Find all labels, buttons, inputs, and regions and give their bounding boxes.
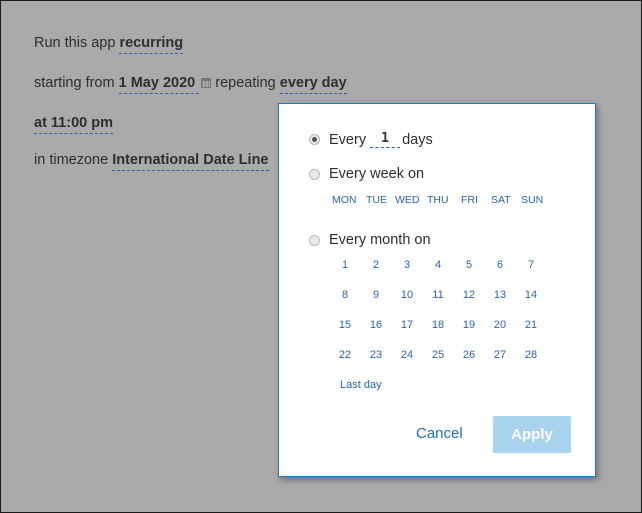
month-day-26[interactable]: 26 xyxy=(457,349,481,361)
weekday-thu[interactable]: THU xyxy=(427,194,449,206)
apply-button[interactable]: Apply xyxy=(493,416,571,453)
cancel-button[interactable]: Cancel xyxy=(416,425,463,442)
timezone-line: in timezone International Date Line xyxy=(34,152,269,171)
month-day-7[interactable]: 7 xyxy=(519,259,543,271)
timezone-label: in timezone xyxy=(34,152,109,168)
weekday-sun[interactable]: SUN xyxy=(521,194,543,206)
month-day-15[interactable]: 15 xyxy=(333,319,357,331)
radio-every-month[interactable] xyxy=(309,234,320,246)
weekday-mon[interactable]: MON xyxy=(332,194,357,206)
start-date-field[interactable]: 1 May 2020 xyxy=(118,75,200,94)
month-day-8[interactable]: 8 xyxy=(333,289,357,301)
month-day-24[interactable]: 24 xyxy=(395,349,419,361)
option-every-month[interactable]: Every month on xyxy=(309,232,431,248)
days-interval-input[interactable]: 1 xyxy=(370,131,401,148)
month-day-19[interactable]: 19 xyxy=(457,319,481,331)
weekday-sat[interactable]: SAT xyxy=(491,194,511,206)
weekday-wed[interactable]: WED xyxy=(395,194,420,206)
starting-from-label: starting from xyxy=(34,75,115,91)
month-day-22[interactable]: 22 xyxy=(333,349,357,361)
start-line: starting from 1 May 2020 repeating every… xyxy=(34,75,347,94)
every-label: Every xyxy=(329,131,367,148)
month-day-16[interactable]: 16 xyxy=(364,319,388,331)
month-day-28[interactable]: 28 xyxy=(519,349,543,361)
timezone-link[interactable]: International Date Line xyxy=(112,152,269,171)
repeat-popup: Every 1 days Every week on MON TUE WED T… xyxy=(278,103,596,477)
month-day-2[interactable]: 2 xyxy=(364,259,388,271)
month-day-13[interactable]: 13 xyxy=(488,289,512,301)
month-day-25[interactable]: 25 xyxy=(426,349,450,361)
last-day-option[interactable]: Last day xyxy=(340,379,382,391)
month-day-18[interactable]: 18 xyxy=(426,319,450,331)
time-line: at 11:00 pm xyxy=(34,115,113,134)
option-every-n-days[interactable]: Every 1 days xyxy=(309,131,433,148)
weekday-fri[interactable]: FRI xyxy=(461,194,478,206)
run-label: Run this app xyxy=(34,35,116,51)
month-day-12[interactable]: 12 xyxy=(457,289,481,301)
radio-every-n-days[interactable] xyxy=(309,134,320,145)
month-day-5[interactable]: 5 xyxy=(457,259,481,271)
every-month-label: Every month on xyxy=(329,232,431,248)
recurrence-line: Run this app recurring xyxy=(34,35,184,54)
month-day-20[interactable]: 20 xyxy=(488,319,512,331)
time-link[interactable]: at 11:00 pm xyxy=(34,115,113,134)
month-day-9[interactable]: 9 xyxy=(364,289,388,301)
month-day-1[interactable]: 1 xyxy=(333,259,357,271)
month-day-17[interactable]: 17 xyxy=(395,319,419,331)
month-day-14[interactable]: 14 xyxy=(519,289,543,301)
days-label: days xyxy=(402,131,433,148)
month-day-6[interactable]: 6 xyxy=(488,259,512,271)
month-day-10[interactable]: 10 xyxy=(395,289,419,301)
month-day-21[interactable]: 21 xyxy=(519,319,543,331)
month-day-27[interactable]: 27 xyxy=(488,349,512,361)
repeat-frequency-link[interactable]: every day xyxy=(279,75,347,94)
month-day-4[interactable]: 4 xyxy=(426,259,450,271)
weekday-tue[interactable]: TUE xyxy=(366,194,387,206)
recurring-link[interactable]: recurring xyxy=(119,35,184,54)
month-day-3[interactable]: 3 xyxy=(395,259,419,271)
every-week-label: Every week on xyxy=(329,166,425,182)
month-day-11[interactable]: 11 xyxy=(426,289,450,301)
option-every-week[interactable]: Every week on xyxy=(309,166,424,182)
month-day-23[interactable]: 23 xyxy=(364,349,388,361)
repeating-label: repeating xyxy=(215,75,276,91)
calendar-icon[interactable] xyxy=(201,78,212,88)
radio-every-week[interactable] xyxy=(309,168,320,180)
